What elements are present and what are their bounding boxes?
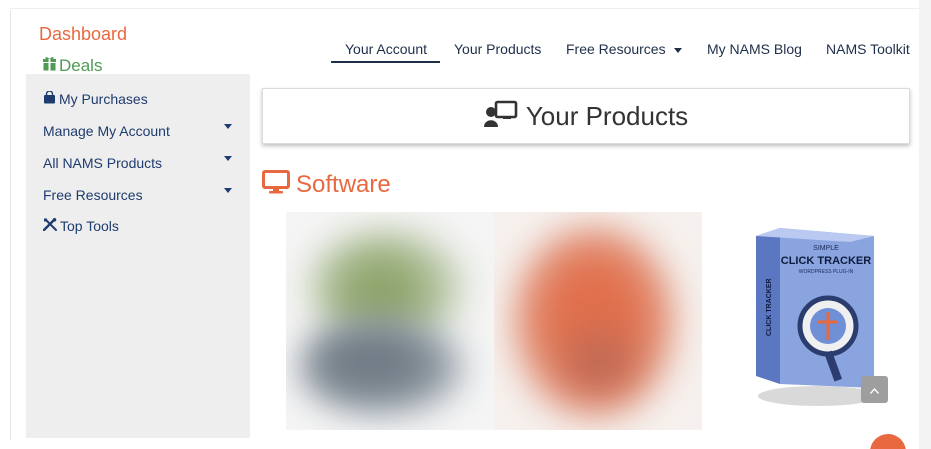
nav-your-account[interactable]: Your Account (345, 41, 427, 57)
box-side-label: CLICK TRACKER (766, 278, 773, 336)
sidebar-item-label: Free Resources (43, 187, 143, 203)
dashboard-link[interactable]: Dashboard (39, 24, 127, 45)
sidebar: My Purchases Manage My Account All NAMS … (26, 74, 250, 438)
nav-nams-toolkit[interactable]: NAMS Toolkit (826, 41, 910, 57)
chevron-down-icon[interactable] (224, 156, 232, 161)
sidebar-item-all-nams-products[interactable]: All NAMS Products (43, 155, 162, 171)
software-section-heading: Software (262, 170, 391, 199)
chat-widget-button[interactable] (870, 434, 906, 449)
active-tab-indicator (331, 61, 440, 63)
your-products-header: Your Products (262, 88, 910, 144)
nav-free-resources-label: Free Resources (566, 41, 666, 57)
sidebar-item-label: All NAMS Products (43, 155, 163, 171)
shopping-bag-icon (43, 90, 56, 107)
sidebar-item-manage-my-account[interactable]: Manage My Account (43, 123, 170, 139)
nav-free-resources[interactable]: Free Resources (566, 41, 682, 57)
chevron-down-icon (673, 47, 682, 53)
tools-icon (42, 218, 57, 234)
nav-my-nams-blog[interactable]: My NAMS Blog (707, 41, 802, 57)
sidebar-item-my-purchases[interactable]: My Purchases (43, 90, 148, 107)
box-label-subtitle: WORDPRESS PLUG-IN (799, 269, 854, 275)
box-label-simple: SIMPLE (813, 245, 839, 252)
chalkboard-teacher-icon (483, 100, 518, 133)
deals-label: Deals (59, 56, 103, 75)
nav-your-products[interactable]: Your Products (454, 41, 541, 57)
product-thumbnail-blurred[interactable] (286, 212, 496, 430)
left-divider (10, 10, 11, 440)
desktop-monitor-icon (262, 170, 290, 199)
chevron-up-icon (869, 381, 880, 399)
box-label-title: CLICK TRACKER (781, 255, 871, 267)
top-divider (10, 8, 919, 9)
gift-icon (43, 56, 56, 76)
page-scrollbar-track[interactable] (919, 0, 931, 449)
section-title: Software (296, 170, 391, 198)
chevron-down-icon[interactable] (224, 124, 232, 129)
sidebar-item-free-resources[interactable]: Free Resources (43, 187, 143, 203)
sidebar-item-label: Manage My Account (43, 123, 170, 139)
sidebar-item-top-tools[interactable]: Top Tools (42, 218, 119, 234)
chevron-down-icon[interactable] (224, 188, 232, 193)
sidebar-item-label: My Purchases (59, 91, 148, 107)
product-thumbnail-blurred[interactable] (494, 212, 702, 430)
sidebar-item-label: Top Tools (60, 218, 119, 234)
scroll-to-top-button[interactable] (861, 376, 888, 403)
page-title: Your Products (525, 100, 689, 131)
deals-link[interactable]: Deals (43, 56, 102, 76)
